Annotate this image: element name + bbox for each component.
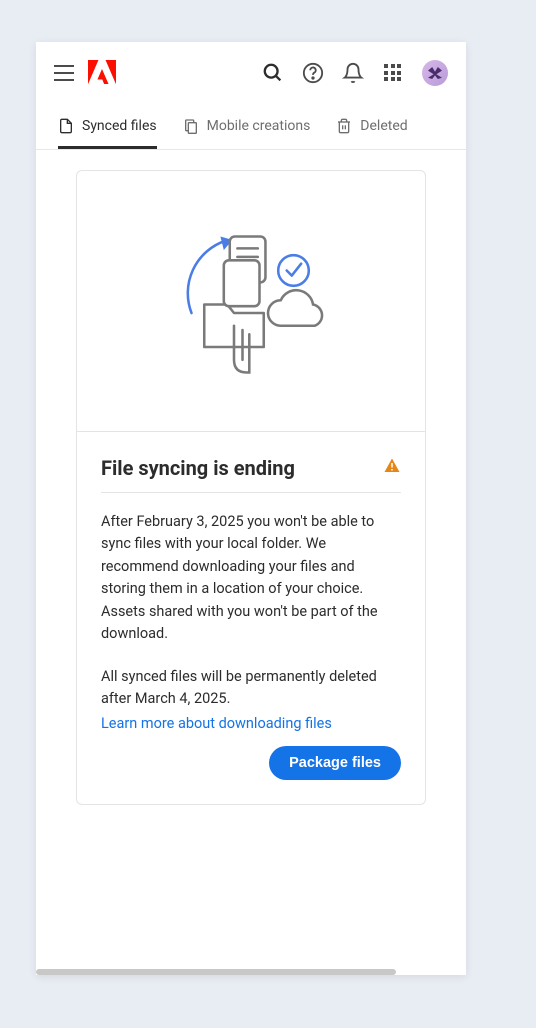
tab-label: Synced files xyxy=(82,118,157,134)
tab-deleted[interactable]: Deleted xyxy=(336,104,407,149)
card-actions: Package files xyxy=(101,746,401,780)
app-window: Synced files Mobile creations Deleted xyxy=(36,42,466,975)
tab-label: Deleted xyxy=(360,118,407,134)
content-area: File syncing is ending After February 3,… xyxy=(36,150,466,825)
sync-illustration xyxy=(77,171,425,432)
card-title: File syncing is ending xyxy=(101,456,295,480)
announcement-card: File syncing is ending After February 3,… xyxy=(76,170,426,805)
warning-icon xyxy=(383,457,401,479)
card-paragraph: All synced files will be permanently del… xyxy=(101,666,401,711)
tab-label: Mobile creations xyxy=(207,118,311,134)
apps-grid-icon[interactable] xyxy=(382,62,404,84)
horizontal-scrollbar[interactable] xyxy=(36,969,396,975)
tabs-bar: Synced files Mobile creations Deleted xyxy=(36,104,466,150)
user-avatar[interactable] xyxy=(422,60,448,86)
notifications-icon[interactable] xyxy=(342,62,364,84)
card-paragraph: After February 3, 2025 you won't be able… xyxy=(101,511,401,646)
tab-synced-files[interactable]: Synced files xyxy=(58,104,157,149)
card-body: File syncing is ending After February 3,… xyxy=(77,432,425,804)
hamburger-menu-icon[interactable] xyxy=(54,65,74,81)
search-icon[interactable] xyxy=(262,62,284,84)
header-right xyxy=(262,60,448,86)
help-icon[interactable] xyxy=(302,62,324,84)
package-files-button[interactable]: Package files xyxy=(269,746,401,780)
card-header: File syncing is ending xyxy=(101,456,401,493)
learn-more-link[interactable]: Learn more about downloading files xyxy=(101,715,332,732)
header xyxy=(36,42,466,104)
header-left xyxy=(54,60,116,86)
adobe-logo[interactable] xyxy=(88,60,116,86)
tab-mobile-creations[interactable]: Mobile creations xyxy=(183,104,311,149)
